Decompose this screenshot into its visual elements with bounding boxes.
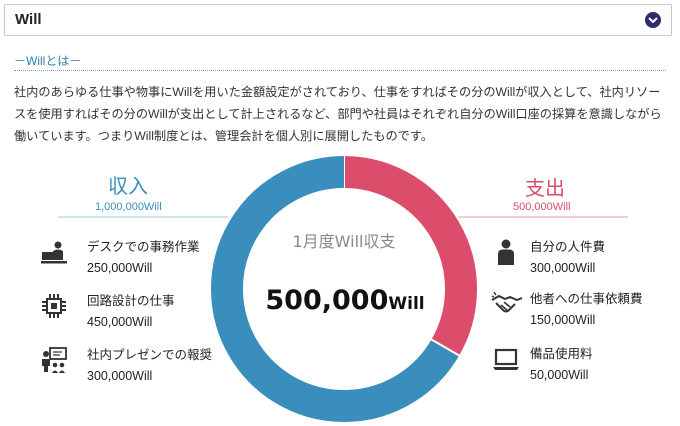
income-item-value: 300,000Will <box>87 369 153 383</box>
income-item-label: 社内プレゼンでの報奨 <box>87 348 213 362</box>
accordion-title: Will <box>15 11 42 28</box>
expense-item-label: 自分の人件費 <box>530 240 606 254</box>
expense-underline <box>458 216 628 218</box>
expense-item-label: 備品使用料 <box>530 347 593 361</box>
handshake-icon <box>490 290 524 318</box>
center-value-number: 500,000 <box>265 285 389 316</box>
income-item-label: デスクでの事務作業 <box>87 240 200 254</box>
circuit-chip-icon <box>40 292 68 320</box>
chart-center-value: 500,000Will <box>240 285 450 316</box>
will-accordion-header[interactable]: Will <box>4 4 672 36</box>
person-icon <box>492 238 520 266</box>
expense-segment <box>343 156 477 356</box>
section-label: －Willとは－ <box>14 54 82 68</box>
income-item-value: 250,000Will <box>87 261 153 275</box>
income-item-value: 450,000Will <box>87 315 153 329</box>
description-text: 社内のあらゆる仕事や物事にWillを用いた金額設定がされており、仕事をすればその… <box>14 85 662 143</box>
income-item-label: 回路設計の仕事 <box>87 294 175 308</box>
income-underline <box>58 216 228 218</box>
income-total: 1,000,000Will <box>95 201 162 213</box>
expense-item-value: 150,000Will <box>530 313 596 327</box>
presentation-icon <box>40 346 68 374</box>
expense-item-value: 300,000Will <box>530 261 596 275</box>
chart-center-label: 1月度Will収支 <box>292 232 396 251</box>
desk-work-icon <box>40 240 68 268</box>
laptop-icon <box>492 345 520 373</box>
dotted-divider <box>14 70 666 71</box>
center-value-unit: Will <box>388 294 425 314</box>
chevron-down-icon[interactable] <box>645 12 661 28</box>
expense-item-label: 他者への仕事依頼費 <box>530 292 643 306</box>
expense-title: 支出 <box>525 176 565 200</box>
expense-item-value: 50,000Will <box>530 368 589 382</box>
expense-total: 500,000Will <box>513 201 571 213</box>
income-title: 収入 <box>108 174 148 198</box>
